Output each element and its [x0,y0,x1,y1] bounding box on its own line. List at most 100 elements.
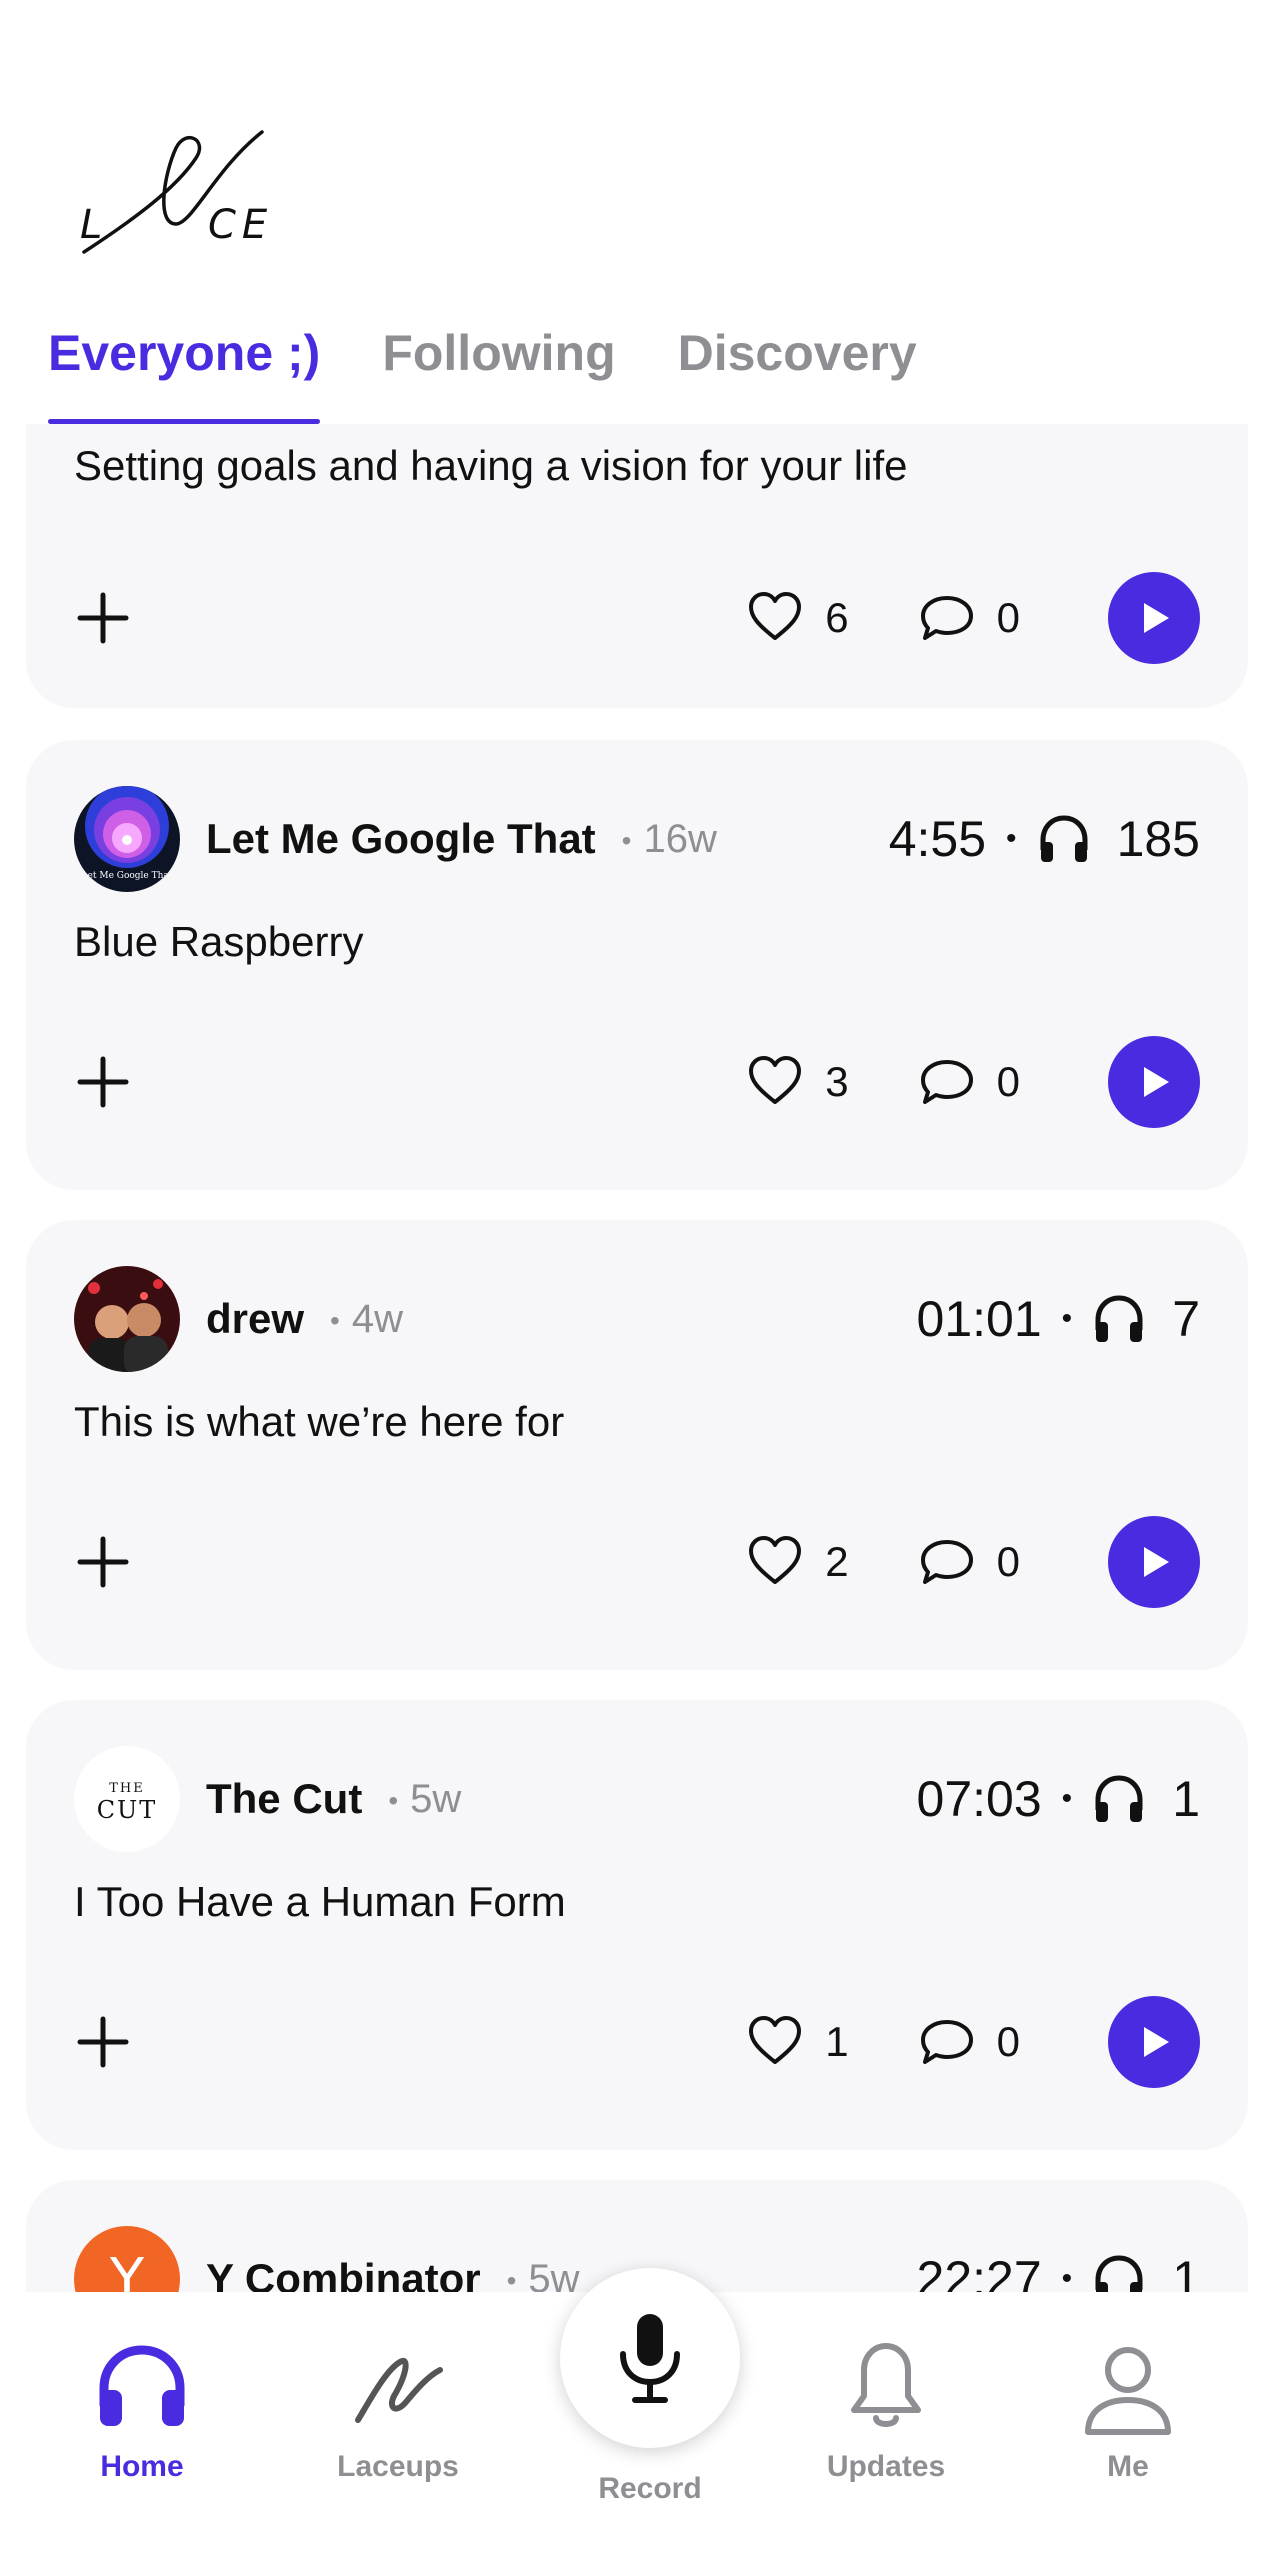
tab-following[interactable]: Following [382,318,615,424]
post-meta: 22:27 • 1 [917,2250,1200,2292]
author-name[interactable]: Y Combinator [206,2255,481,2292]
like-button[interactable]: 6 [747,590,849,646]
record-button[interactable] [560,2268,740,2448]
post-header: Let Me Google That Let Me Google That 16… [74,786,1200,892]
duration: 4:55 [888,811,987,867]
play-button[interactable] [1108,572,1200,664]
add-to-playlist-button[interactable] [74,589,132,647]
post-meta: 01:01 • 7 [916,1291,1200,1347]
comment-icon [920,2020,973,2064]
comment-count: 0 [996,1058,1020,1105]
post-age: 4w [330,1297,403,1342]
bell-icon [851,2343,921,2427]
like-button[interactable]: 3 [747,1054,849,1110]
play-icon [1144,1067,1169,1097]
play-button[interactable] [1108,1036,1200,1128]
like-count: 1 [825,2018,849,2065]
comment-icon [920,1060,973,1104]
avatar-caption: CUT [97,1796,158,1824]
like-count: 6 [825,594,849,641]
post-meta: 4:55 • 185 [888,811,1200,867]
nav-me[interactable]: Me [1028,2340,1228,2484]
post-title: I Too Have a Human Form [74,1878,566,1925]
tab-discovery[interactable]: Discovery [678,318,917,424]
avatar-caption: Y [109,2247,145,2292]
headphones-icon [1095,2255,1143,2292]
avatar-caption: THE [109,1781,145,1796]
person-icon [1085,2347,1171,2435]
heart-icon [749,2016,802,2064]
author-name[interactable]: The Cut [206,1775,362,1823]
headphones-icon [1095,1295,1143,1342]
comment-button[interactable]: 0 [919,2014,1020,2070]
microphone-icon [620,2314,680,2403]
duration: 07:03 [916,1771,1042,1827]
post-header: THE CUT The Cut 5w 07:03 • 1 [74,1746,1200,1852]
play-button[interactable] [1108,1516,1200,1608]
add-to-playlist-button[interactable] [74,1053,132,1111]
listen-count: 185 [1116,811,1200,867]
play-icon [1144,1547,1169,1577]
post-age: 5w [388,1777,461,1822]
comment-icon [920,596,973,640]
svg-text:CE: CE [208,202,273,248]
post-title: Blue Raspberry [74,918,364,965]
listen-count: 1 [1172,2251,1200,2292]
lace-logo: L CE [80,130,273,254]
nav-home[interactable]: Home [42,2340,242,2484]
listen-count: 7 [1172,1291,1200,1347]
avatar[interactable] [74,1266,180,1372]
duration: 22:27 [916,2251,1042,2292]
comment-button[interactable]: 0 [919,590,1020,646]
avatar[interactable]: Y [74,2226,180,2292]
post-age: 5w [507,2257,579,2293]
duration: 01:01 [916,1291,1042,1347]
play-icon [1144,603,1169,633]
headphones-icon [1040,815,1088,862]
post-card[interactable]: drew 4w 01:01 • 7 This is what we’re her… [26,1220,1248,1670]
nav-laceups[interactable]: Laceups [298,2340,498,2484]
comment-icon [920,1540,973,1584]
author-name[interactable]: Let Me Google That [206,815,596,863]
avatar-caption: Let Me Google That [82,871,173,881]
feed-tabs: Everyone ;) Following Discovery [48,318,917,424]
heart-icon [749,1056,802,1104]
post-card[interactable]: THE CUT The Cut 5w 07:03 • 1 I Too Have … [26,1700,1248,2150]
like-count: 3 [825,1058,849,1105]
play-button[interactable] [1108,1996,1200,2088]
author-name[interactable]: drew [206,1295,304,1343]
comment-count: 0 [996,2018,1020,2065]
nav-updates[interactable]: Updates [786,2340,986,2484]
post-age: 16w [622,817,716,862]
comment-count: 0 [996,594,1020,641]
add-to-playlist-button[interactable] [74,1533,132,1591]
post-card[interactable]: Let Me Google That Let Me Google That 16… [26,740,1248,1190]
avatar[interactable]: Let Me Google That [74,786,180,892]
play-icon [1144,2027,1169,2057]
nav-laceups-label: Laceups [337,2450,459,2483]
nav-record-label: Record [598,2472,702,2505]
like-button[interactable]: 1 [747,2014,849,2070]
add-to-playlist-button[interactable] [74,2013,132,2071]
heart-icon [749,1536,802,1584]
comment-button[interactable]: 0 [919,1054,1020,1110]
heart-icon [749,592,802,640]
post-header: drew 4w 01:01 • 7 [74,1266,1200,1372]
nav-home-label: Home [100,2450,184,2483]
like-count: 2 [825,1538,849,1585]
comment-count: 0 [996,1538,1020,1585]
headphones-icon [1095,1775,1143,1822]
laceups-icon [355,2357,443,2423]
feed-list[interactable]: Setting goals and having a vision for yo… [0,424,1284,2292]
avatar[interactable]: THE CUT [74,1746,180,1852]
comment-button[interactable]: 0 [919,1534,1020,1590]
bottom-navigation: Home Laceups Record Updates Me [0,2268,1284,2566]
nav-me-label: Me [1107,2450,1149,2483]
listen-count: 1 [1172,1771,1200,1827]
post-title: Setting goals and having a vision for yo… [74,442,908,489]
nav-updates-label: Updates [826,2450,946,2483]
tab-everyone[interactable]: Everyone ;) [48,318,321,424]
post-meta: 07:03 • 1 [916,1771,1200,1827]
post-card[interactable]: Setting goals and having a vision for yo… [26,424,1248,708]
like-button[interactable]: 2 [747,1534,849,1590]
